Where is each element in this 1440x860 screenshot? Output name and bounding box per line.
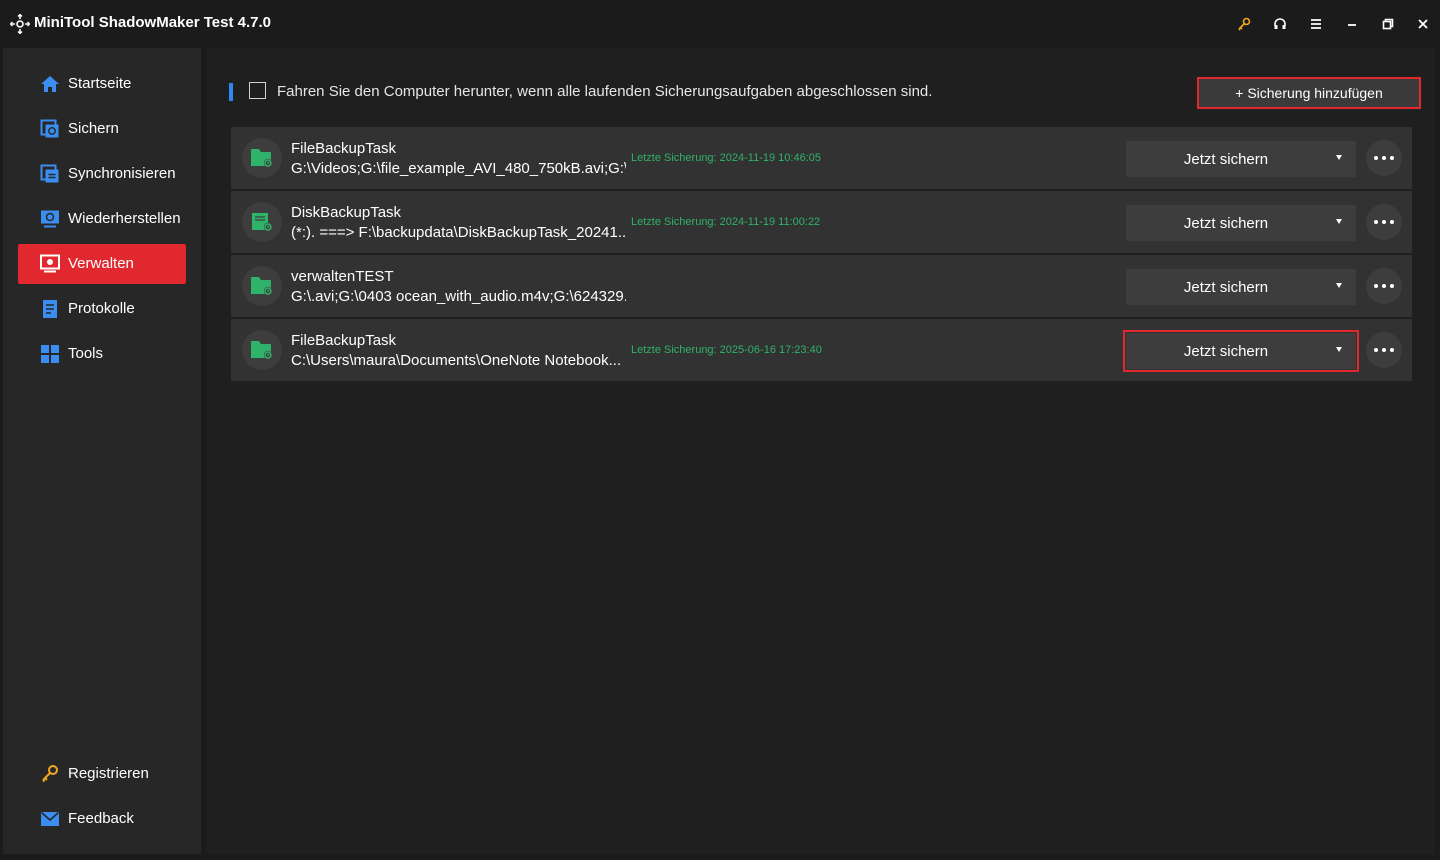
task-row: FileBackupTask C:\Users\maura\Documents\… [231,319,1412,381]
file-backup-icon [242,330,282,370]
task-name: verwaltenTEST [291,268,394,285]
headset-icon[interactable] [1270,14,1290,34]
shutdown-checkbox[interactable] [249,82,266,99]
sidebar-item-label: Synchronisieren [68,165,176,182]
disk-backup-icon [242,202,282,242]
restore-icon [41,210,59,228]
sidebar-item-label: Wiederherstellen [68,210,181,227]
manage-icon [40,254,60,273]
backup-now-button[interactable]: Jetzt sichern [1126,205,1356,241]
sidebar-item-startseite[interactable]: Startseite [18,64,186,104]
sidebar-item-tools[interactable]: Tools [18,334,186,374]
section-accent-bar [229,83,233,101]
caret-down-icon[interactable] [1336,155,1342,160]
caret-down-icon[interactable] [1336,347,1342,352]
task-row: FileBackupTask G:\Videos;G:\file_example… [231,127,1412,189]
sidebar-item-sichern[interactable]: Sichern [18,109,186,149]
sidebar-item-label: Tools [68,345,104,362]
main-panel: Fahren Sie den Computer herunter, wenn a… [206,48,1435,854]
task-path: G:\.avi;G:\0403 ocean_with_audio.m4v;G:\… [291,288,626,305]
caret-down-icon[interactable] [1336,283,1342,288]
home-icon [41,76,59,92]
sidebar-item-label: Startseite [68,75,132,92]
sidebar-item-wiederherstellen[interactable]: Wiederherstellen [18,199,186,239]
task-path: G:\Videos;G:\file_example_AVI_480_750kB.… [291,160,626,177]
sidebar-item-feedback[interactable]: Feedback [18,799,186,839]
sidebar-item-verwalten[interactable]: Verwalten [18,244,186,284]
minimize-icon[interactable] [1342,14,1362,34]
task-name: DiskBackupTask [291,204,402,221]
task-row: verwaltenTEST G:\.avi;G:\0403 ocean_with… [231,255,1412,317]
add-backup-button[interactable]: + Sicherung hinzufügen [1197,77,1421,109]
backup-now-label: Jetzt sichern [1183,343,1269,360]
sync-icon [40,164,59,183]
sidebar-item-label: Registrieren [68,765,149,782]
sidebar-item-registrieren[interactable]: Registrieren [18,754,186,794]
mail-icon [40,811,60,826]
title-bar: MiniTool ShadowMaker Test 4.7.0 [0,0,1440,48]
app-logo-icon [10,14,30,34]
logs-icon [43,300,57,318]
shutdown-label: Fahren Sie den Computer herunter, wenn a… [277,83,933,100]
more-options-button[interactable] [1366,268,1402,304]
tools-icon [41,345,59,363]
more-options-button[interactable] [1366,204,1402,240]
task-name: FileBackupTask [291,332,397,349]
sidebar-item-label: Verwalten [68,255,134,272]
sidebar-item-label: Feedback [68,810,134,827]
task-path: C:\Users\maura\Documents\OneNote Noteboo… [291,352,622,369]
file-backup-icon [242,138,282,178]
file-backup-icon [242,266,282,306]
backup-now-label: Jetzt sichern [1183,279,1269,296]
task-last-backup: Letzte Sicherung: 2025-06-16 17:23:40 [631,344,822,356]
sidebar-item-synchronisieren[interactable]: Synchronisieren [18,154,186,194]
task-last-backup: Letzte Sicherung: 2024-11-19 11:00:22 [631,216,821,228]
key-icon[interactable] [1234,14,1254,34]
backup-now-label: Jetzt sichern [1183,151,1269,168]
key-icon [42,765,58,783]
app-title: MiniTool ShadowMaker Test 4.7.0 [34,14,271,31]
more-options-button[interactable] [1366,332,1402,368]
sidebar-item-label: Protokolle [68,300,135,317]
restore-icon[interactable] [1378,14,1398,34]
backup-icon [40,119,59,138]
sidebar-item-label: Sichern [68,120,119,137]
sidebar-item-protokolle[interactable]: Protokolle [18,289,186,329]
backup-now-label: Jetzt sichern [1183,215,1269,232]
menu-icon[interactable] [1306,14,1326,34]
backup-now-button[interactable]: Jetzt sichern [1123,330,1359,372]
task-last-backup: Letzte Sicherung: 2024-11-19 10:46:05 [631,152,821,164]
close-icon[interactable] [1413,14,1433,34]
backup-now-button[interactable]: Jetzt sichern [1126,269,1356,305]
task-path: (*:). ===> F:\backupdata\DiskBackupTask_… [291,224,626,241]
sidebar: Startseite Sichern Synchronisieren Wiede… [3,48,201,854]
task-name: FileBackupTask [291,140,397,157]
backup-now-button[interactable]: Jetzt sichern [1126,141,1356,177]
caret-down-icon[interactable] [1336,219,1342,224]
task-row: DiskBackupTask (*:). ===> F:\backupdata\… [231,191,1412,253]
more-options-button[interactable] [1366,140,1402,176]
